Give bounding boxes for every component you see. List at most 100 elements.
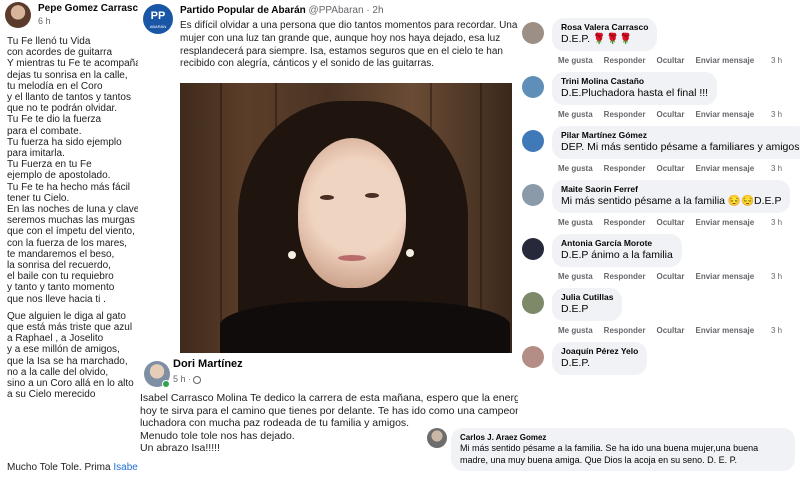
post-time[interactable]: 6 h — [38, 16, 51, 26]
reply-button[interactable]: Responder — [604, 218, 646, 227]
poem-line: y a ese millón de amigos, — [7, 344, 120, 356]
post-text: Es difícil olvidar a una persona que dio… — [180, 20, 518, 70]
reply-button[interactable]: Responder — [604, 272, 646, 281]
commenter-name[interactable]: Antonia García Morote — [561, 238, 673, 249]
author-avatar[interactable] — [5, 2, 31, 28]
comment-bubble: Antonia García Morote D.E.P ánimo a la fa… — [552, 234, 682, 267]
poem-line: ejemplo de apostolado. — [7, 170, 111, 182]
commenter-name[interactable]: Joaquín Pérez Yelo — [561, 346, 638, 357]
hide-button[interactable]: Ocultar — [656, 218, 684, 227]
send-message-button[interactable]: Enviar mensaje — [695, 326, 754, 335]
poem-line: Tu Fe te ha hecho más fácil — [7, 181, 131, 193]
commenter-avatar[interactable] — [522, 238, 544, 260]
page-header: Partido Popular de Abarán @PPAbaran · 2h — [180, 5, 384, 16]
like-button[interactable]: Me gusta — [558, 110, 593, 119]
commenter-name[interactable]: Maite Saorin Ferref — [561, 184, 781, 195]
like-button[interactable]: Me gusta — [558, 56, 593, 65]
poem-line: que nos lleve hacia ti . — [7, 293, 106, 305]
poem-text: Tu Fe llenó tu Vida con acordes de guita… — [7, 36, 138, 401]
reply-button[interactable]: Responder — [604, 164, 646, 173]
commenter-avatar[interactable] — [522, 76, 544, 98]
comment-bubble: Julia Cutillas D.E.P — [552, 288, 623, 321]
comment-actions: Me gusta Responder Ocultar Enviar mensaje 3 … — [558, 110, 782, 119]
poem-line: que con el ímpetu del viento, — [7, 226, 135, 238]
shared-post-line: hoy te sirva para el camino que tienes p… — [140, 404, 518, 417]
comment-actions: Me gusta Responder Ocultar Enviar mensaje 3 … — [558, 272, 782, 281]
comment-time[interactable]: 3 h — [771, 326, 782, 335]
comment-text: DEP. Mi más sentido pésame a familiares … — [561, 141, 800, 153]
send-message-button[interactable]: Enviar mensaje — [695, 56, 754, 65]
poem-line: Tu fuerza ha sido ejemplo — [7, 136, 122, 148]
poem-line: tener tu Cielo. — [7, 192, 70, 204]
comment-time[interactable]: 3 h — [771, 218, 782, 227]
send-message-button[interactable]: Enviar mensaje — [695, 272, 754, 281]
hide-button[interactable]: Ocultar — [656, 272, 684, 281]
comments-panel: Rosa Valera Carrasco D.E.P. 🌹🌹🌹 Me gusta Re… — [518, 0, 800, 478]
comment-time[interactable]: 3 h — [771, 110, 782, 119]
poem-line: y tanto y tanto momento — [7, 282, 115, 294]
like-button[interactable]: Me gusta — [558, 326, 593, 335]
comment-text: D.E.P. — [561, 357, 590, 369]
reply-button[interactable]: Responder — [604, 110, 646, 119]
comment-bubble: Maite Saorin Ferref Mi más sentido pésame… — [552, 180, 791, 213]
comment-text: D.E.P — [561, 303, 589, 315]
comment-time[interactable]: 3 h — [771, 164, 782, 173]
comment-time[interactable]: 3 h — [771, 272, 782, 281]
page-name[interactable]: Partido Popular de Abarán — [180, 5, 306, 16]
post-photo[interactable] — [180, 83, 512, 353]
comment-carlos: Carlos J. Araez Gomez Mi más sentido pés… — [425, 428, 800, 478]
commenter-avatar[interactable] — [522, 22, 544, 44]
tagged-person-link[interactable]: Isabel Carrasco Molina. — [113, 462, 138, 473]
shared-post-time[interactable]: 5 h · — [173, 374, 202, 384]
poem-line: a Raphael , a Joselito — [7, 333, 104, 345]
reply-button[interactable]: Responder — [604, 56, 646, 65]
poem-line: con acordes de guitarra — [7, 47, 113, 59]
like-button[interactable]: Me gusta — [558, 164, 593, 173]
signoff-text: Mucho Tole Tole. Prima — [7, 462, 114, 473]
reply-button[interactable]: Responder — [604, 326, 646, 335]
like-button[interactable]: Me gusta — [558, 272, 593, 281]
poem-line: y el llanto de tantos y tantos — [7, 92, 131, 104]
page-handle[interactable]: @PPAbaran · 2h — [309, 5, 384, 16]
commenter-name[interactable]: Rosa Valera Carrasco — [561, 22, 648, 33]
photo-clothing — [220, 301, 510, 353]
photo-face — [298, 138, 406, 288]
like-button[interactable]: Me gusta — [558, 218, 593, 227]
poem-line: para imitarla. — [7, 148, 65, 160]
comment-bubble: Joaquín Pérez Yelo D.E.P. — [552, 342, 648, 375]
shared-post-header: Dori Martínez 5 h · — [140, 353, 430, 393]
commenter-avatar[interactable] — [522, 346, 544, 368]
send-message-button[interactable]: Enviar mensaje — [695, 164, 754, 173]
poem-line: el baile con tu requiebro — [7, 271, 114, 283]
poem-line: tu melodía en el Coro — [7, 80, 103, 92]
comment-bubble: Pilar Martínez Gómez DEP. Mi más sentido … — [552, 126, 800, 159]
shared-post-line: Isabel Carrasco Molina Te dedico la carr… — [140, 392, 518, 404]
poem-line: Tu Fe llenó tu Vida — [7, 36, 91, 47]
commenter-avatar[interactable] — [522, 130, 544, 152]
poem-line: Tu Fe te dio la fuerza — [7, 114, 102, 126]
poem-line: sino a un Coro allá en lo alto — [7, 378, 134, 390]
poem-line: no a la calle del olvido, — [7, 366, 109, 378]
comment-bubble: Trini Molina Castaño D.E.Pluchadora hasta… — [552, 72, 718, 105]
post-signoff: Mucho Tole Tole. Prima Isabel Carrasco M… — [7, 462, 138, 473]
commenter-avatar[interactable] — [427, 428, 447, 448]
hide-button[interactable]: Ocultar — [656, 110, 684, 119]
send-message-button[interactable]: Enviar mensaje — [695, 218, 754, 227]
comment-bubble: Carlos J. Araez Gomez Mi más sentido pés… — [451, 428, 795, 471]
comment-time[interactable]: 3 h — [771, 56, 782, 65]
shared-author-name[interactable]: Dori Martínez — [173, 358, 243, 370]
commenter-name[interactable]: Julia Cutillas — [561, 292, 613, 303]
hide-button[interactable]: Ocultar — [656, 56, 684, 65]
commenter-avatar[interactable] — [522, 184, 544, 206]
poem-line: te mandaremos el beso, — [7, 248, 115, 260]
hide-button[interactable]: Ocultar — [656, 326, 684, 335]
commenter-name[interactable]: Pilar Martínez Gómez — [561, 130, 800, 141]
commenter-avatar[interactable] — [522, 292, 544, 314]
hide-button[interactable]: Ocultar — [656, 164, 684, 173]
send-message-button[interactable]: Enviar mensaje — [695, 110, 754, 119]
commenter-name[interactable]: Trini Molina Castaño — [561, 76, 708, 87]
commenter-name[interactable]: Carlos J. Araez Gomez — [460, 432, 786, 443]
author-name[interactable]: Pepe Gomez Carrasco — [38, 3, 138, 14]
page-logo[interactable]: PP ABARÁN — [143, 4, 173, 34]
poem-line: dejas tu sonrisa en la calle, — [7, 69, 128, 81]
